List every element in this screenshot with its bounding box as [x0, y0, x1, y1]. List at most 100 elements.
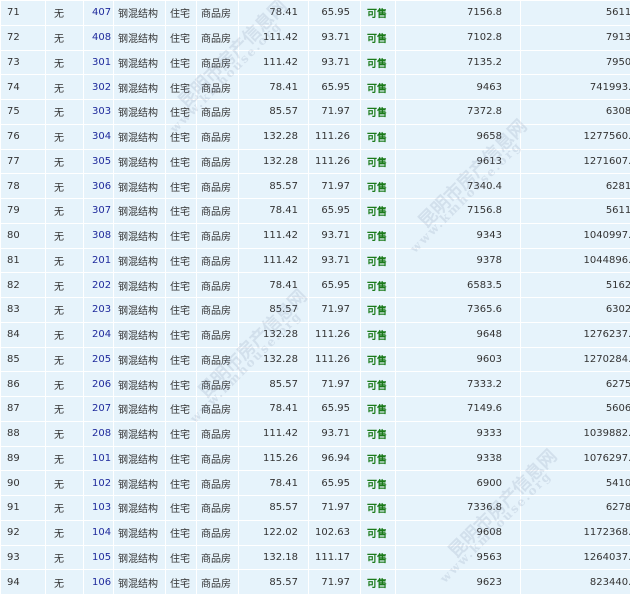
- room-number[interactable]: 101: [83, 445, 114, 472]
- row-number: 71: [0, 0, 46, 26]
- usage-cell: 住宅: [165, 247, 197, 274]
- row-number: 77: [0, 148, 46, 175]
- usage-cell: 住宅: [165, 544, 197, 571]
- unit-price-cell: 7336.8: [395, 495, 521, 521]
- total-price-cell: 630890: [520, 99, 630, 125]
- room-number[interactable]: 204: [83, 321, 114, 348]
- usage-cell: 住宅: [165, 24, 197, 51]
- mark-cell: 无: [45, 74, 84, 100]
- building-area-cell: 78.41: [238, 0, 309, 26]
- property-type-cell: 商品房: [196, 371, 239, 397]
- status-cell: 可售: [360, 420, 396, 447]
- structure-cell: 钢混结构: [113, 272, 166, 298]
- property-type-cell: 商品房: [196, 173, 239, 199]
- table-row: 83无203钢混结构住宅商品房85.5771.97可售7365.6630274: [0, 297, 630, 323]
- mark-cell: 无: [45, 173, 84, 199]
- usage-cell: 住宅: [165, 420, 197, 447]
- room-number[interactable]: 203: [83, 297, 114, 323]
- room-number[interactable]: 305: [83, 148, 114, 175]
- building-area-cell: 85.57: [238, 569, 309, 595]
- room-number[interactable]: 202: [83, 272, 114, 298]
- room-number[interactable]: 102: [83, 470, 114, 496]
- row-number: 86: [0, 371, 46, 397]
- total-price-cell: 1277560.24: [520, 123, 630, 150]
- room-number[interactable]: 303: [83, 99, 114, 125]
- status-cell: 可售: [360, 495, 396, 521]
- row-number: 81: [0, 247, 46, 274]
- table-body: 71无407钢混结构住宅商品房78.4165.95可售7156.85611657…: [0, 0, 630, 595]
- building-area-cell: 78.41: [238, 470, 309, 496]
- property-type-cell: 商品房: [196, 346, 239, 373]
- property-type-cell: 商品房: [196, 321, 239, 348]
- unit-price-cell: 9648: [395, 321, 521, 348]
- housing-listing-grid: 71无407钢混结构住宅商品房78.4165.95可售7156.85611657…: [0, 0, 630, 605]
- mark-cell: 无: [45, 198, 84, 224]
- room-number[interactable]: 205: [83, 346, 114, 373]
- structure-cell: 钢混结构: [113, 297, 166, 323]
- status-cell: 可售: [360, 74, 396, 100]
- room-number[interactable]: 106: [83, 569, 114, 595]
- row-number: 74: [0, 74, 46, 100]
- property-type-cell: 商品房: [196, 49, 239, 76]
- usage-cell: 住宅: [165, 0, 197, 26]
- room-number[interactable]: 408: [83, 24, 114, 51]
- structure-cell: 钢混结构: [113, 123, 166, 150]
- row-number: 88: [0, 420, 46, 447]
- mark-cell: 无: [45, 445, 84, 472]
- room-number[interactable]: 407: [83, 0, 114, 26]
- unit-price-cell: 7149.6: [395, 396, 521, 422]
- room-number[interactable]: 201: [83, 247, 114, 274]
- table-row: 86无206钢混结构住宅商品房85.5771.97可售7333.2627502: [0, 371, 630, 397]
- room-number[interactable]: 206: [83, 371, 114, 397]
- usage-cell: 住宅: [165, 371, 197, 397]
- room-number[interactable]: 301: [83, 49, 114, 76]
- room-number[interactable]: 308: [83, 222, 114, 249]
- row-number: 73: [0, 49, 46, 76]
- status-cell: 可售: [360, 123, 396, 150]
- row-number: 92: [0, 519, 46, 546]
- property-type-cell: 商品房: [196, 396, 239, 422]
- building-area-cell: 78.41: [238, 396, 309, 422]
- building-area-cell: 85.57: [238, 297, 309, 323]
- table-row: 81无201钢混结构住宅商品房111.4293.71可售93781044896.…: [0, 247, 630, 274]
- usage-cell: 住宅: [165, 519, 197, 546]
- room-number[interactable]: 306: [83, 173, 114, 199]
- structure-cell: 钢混结构: [113, 519, 166, 546]
- structure-cell: 钢混结构: [113, 321, 166, 348]
- row-number: 75: [0, 99, 46, 125]
- property-type-cell: 商品房: [196, 297, 239, 323]
- table-row: 85 无 205 钢混结构 住宅 商品房 132.28 111.26 可售 9603 1270284…: [0, 346, 630, 373]
- status-cell: 可售: [360, 247, 396, 274]
- table-row: 93 无 105 钢混结构 住宅 商品房 132.18 111.17 可售 9563 1264037…: [0, 544, 630, 571]
- property-type-cell: 商品房: [196, 123, 239, 150]
- mark-cell: 无: [45, 247, 84, 274]
- room-number[interactable]: 103: [83, 495, 114, 521]
- table-row: 89无101钢混结构住宅商品房115.2696.94可售93381076297.…: [0, 445, 630, 472]
- inner-area-cell: 65.95: [308, 198, 361, 224]
- row-number: 93: [0, 544, 46, 571]
- room-number[interactable]: 307: [83, 198, 114, 224]
- status-cell: 可售: [360, 297, 396, 323]
- room-number[interactable]: 105: [83, 544, 114, 571]
- usage-cell: 住宅: [165, 99, 197, 125]
- status-cell: 可售: [360, 346, 396, 373]
- building-area-cell: 111.42: [238, 247, 309, 274]
- inner-area-cell: 71.97: [308, 173, 361, 199]
- inner-area-cell: 65.95: [308, 0, 361, 26]
- total-price-cell: 628118: [520, 173, 630, 199]
- table-row: 82无202钢混结构住宅商品房78.4165.95可售6583.5516212: [0, 272, 630, 298]
- room-number[interactable]: 302: [83, 74, 114, 100]
- room-number[interactable]: 304: [83, 123, 114, 150]
- status-cell: 可售: [360, 519, 396, 546]
- room-number[interactable]: 208: [83, 420, 114, 447]
- structure-cell: 钢混结构: [113, 544, 166, 571]
- table-row: 74无302钢混结构住宅商品房78.4165.95可售9463741993.83: [0, 74, 630, 100]
- table-row: 88无208钢混结构住宅商品房111.4293.71可售93331039882.…: [0, 420, 630, 447]
- usage-cell: 住宅: [165, 297, 197, 323]
- total-price-cell: 1271607.64: [520, 148, 630, 175]
- room-number[interactable]: 207: [83, 396, 114, 422]
- usage-cell: 住宅: [165, 173, 197, 199]
- building-area-cell: 132.28: [238, 148, 309, 175]
- room-number[interactable]: 104: [83, 519, 114, 546]
- unit-price-cell: 9333: [395, 420, 521, 447]
